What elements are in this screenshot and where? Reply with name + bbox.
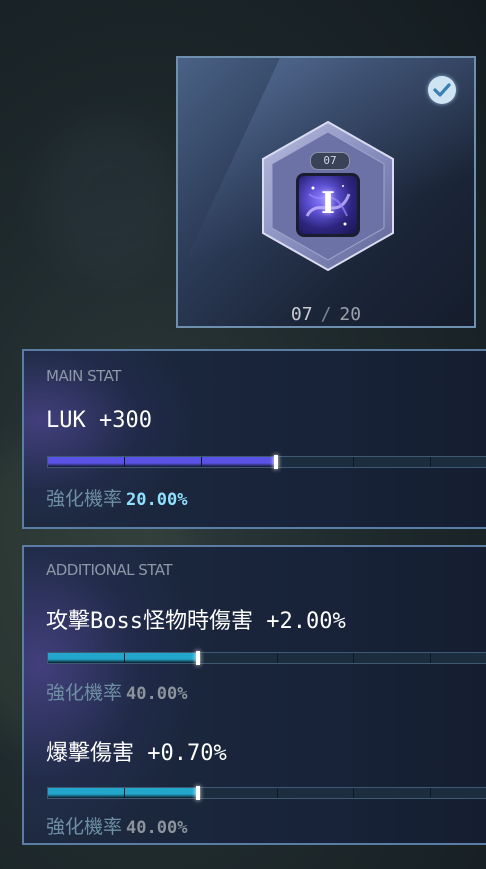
main-stat-progress-bar — [47, 455, 486, 469]
progress-segment-divider — [277, 788, 278, 798]
rate-value: 40.00% — [126, 818, 188, 838]
progress-segment-divider — [277, 653, 278, 663]
progress-segment-divider — [200, 457, 202, 467]
additional-stat-progress-bar-1 — [47, 651, 486, 665]
progress-segment-divider — [200, 788, 202, 798]
additional-stat-progress-bar-2 — [47, 786, 486, 800]
progress-tip — [196, 651, 201, 665]
rate-label: 強化機率 — [46, 816, 123, 838]
gem-level-progress: 07 / 20 — [178, 304, 474, 325]
progress-tip — [196, 786, 201, 800]
rate-value: 40.00% — [126, 684, 188, 704]
additional-stat-panel: ADDITIONAL STAT 攻擊Boss怪物時傷害 +2.00% 強化機率 4… — [22, 545, 486, 845]
rate-label: 強化機率 — [46, 682, 123, 704]
progress-segment-divider — [124, 788, 126, 798]
progress-fill — [48, 457, 277, 467]
rate-value: 20.00% — [126, 490, 188, 510]
additional-stat-rate-2: 強化機率 40.00% — [46, 812, 187, 839]
main-stat-panel: MAIN STAT LUK +300 強化機率 20.00% — [22, 349, 486, 529]
progress-segment-divider — [124, 653, 126, 663]
progress-segment-divider — [200, 653, 202, 663]
main-stat-label: MAIN STAT — [46, 367, 121, 385]
gem-level-max: 20 — [339, 304, 362, 325]
gem-level-current: 07 — [290, 304, 313, 325]
selected-check-icon[interactable] — [428, 76, 456, 104]
progress-tip — [274, 455, 278, 469]
additional-stat-line-2: 爆擊傷害 +0.70% — [46, 741, 227, 766]
progress-segment-divider — [429, 653, 431, 663]
gem-level-separator: / — [320, 304, 332, 325]
gem-level-badge: 07 — [310, 152, 350, 170]
additional-stat-line-1: 攻擊Boss怪物時傷害 +2.00% — [46, 609, 346, 634]
progress-segment-divider — [353, 653, 355, 663]
gem-letter: I — [320, 186, 336, 221]
additional-stat-rate-1: 強化機率 40.00% — [46, 678, 187, 705]
progress-segment-divider — [124, 457, 126, 467]
progress-segment-divider — [353, 457, 355, 467]
gem-card[interactable]: 07 I 07 / 20 — [176, 56, 476, 328]
progress-segment-divider — [353, 788, 355, 798]
main-stat-value: LUK +300 — [46, 408, 152, 433]
progress-segment-divider — [429, 788, 431, 798]
rate-label: 強化機率 — [46, 488, 123, 510]
galaxy-gem-icon: I — [296, 173, 360, 237]
additional-stat-label: ADDITIONAL STAT — [46, 561, 173, 579]
main-stat-rate: 強化機率 20.00% — [46, 484, 187, 511]
background-glow-2 — [40, 120, 180, 280]
progress-segment-divider — [429, 457, 431, 467]
